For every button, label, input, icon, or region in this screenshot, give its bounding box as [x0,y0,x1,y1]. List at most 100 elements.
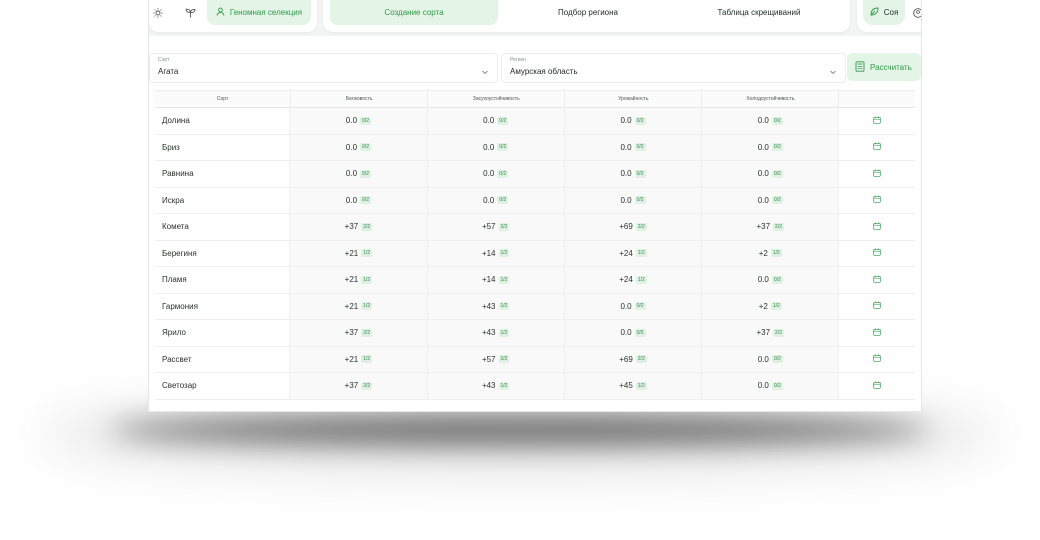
table-row[interactable]: Рассвет +21 1/2 +57 2/2 +69 2/2 0.0 0/2 [155,346,915,373]
cell-value: +21 [344,301,359,311]
row-actions [839,161,915,187]
cell-value: +24 [619,248,633,258]
cell-value: 0.0 [757,381,769,391]
cell-value: +37 [756,222,771,232]
column-header-yield: Урожайность [565,91,703,107]
ratio-badge: 1/2 [498,302,510,311]
table-row[interactable]: Равнина 0.0 0/2 0.0 0/2 0.0 0/2 0.0 0/2 [155,161,915,188]
nav-group-main: Создание сорта Подбор региона Таблица ск… [323,0,850,32]
ratio-badge: 2/2 [635,355,647,364]
row-actions [839,347,915,373]
nav-tab-region-selection[interactable]: Подбор региона [508,0,668,25]
cell-value: +43 [481,301,496,311]
ratio-badge: 0/2 [771,143,783,152]
ratio-badge: 1/2 [635,249,647,258]
table-row[interactable]: Берегиня +21 1/2 +14 1/2 +24 1/2 +2 1/2 [155,240,915,267]
table-row[interactable]: Светозар +37 2/2 +43 1/2 +45 1/2 0.0 0/2 [155,373,915,400]
sun-icon[interactable] [149,3,169,23]
nav-tab-create-variety[interactable]: Создание сорта [330,0,498,25]
nav-tab-crossing-table[interactable]: Таблица скрещиваний [675,0,843,25]
cell-cold: 0.0 0/2 [702,267,840,293]
cell-value: 0.0 [483,116,495,126]
cell-value: +14 [481,248,496,258]
calendar-icon[interactable] [873,116,881,126]
column-header-variety: Сорт [155,91,292,107]
nav-tab-genomic-selection[interactable]: Геномная селекция [207,0,311,25]
ratio-badge: 0/2 [771,381,783,390]
variety-select[interactable]: Сорт Агата [149,53,498,83]
cell-value: 0.0 [757,195,769,205]
cell-value: +69 [619,222,633,232]
table-row[interactable]: Искра 0.0 0/2 0.0 0/2 0.0 0/2 0.0 0/2 [155,187,915,214]
row-actions [839,188,915,214]
cell-drought: 0.0 0/2 [427,134,565,160]
variety-name: Берегиня [155,240,291,266]
variety-name: Ярило [155,320,291,346]
cell-drought: 0.0 0/2 [427,108,565,134]
calendar-icon[interactable] [873,169,881,179]
cell-yield: 0.0 0/2 [564,161,703,187]
results-table: Сорт Белковость Засухоустойчивость Урожа… [155,90,915,400]
cell-value: 0.0 [757,354,769,364]
ratio-badge: 1/2 [498,275,510,284]
chevron-down-icon [481,63,489,75]
variety-label: Сорт [158,57,170,63]
cell-value: 0.0 [345,169,358,179]
sprout-icon[interactable] [179,3,201,23]
cell-value: +45 [619,381,633,391]
cell-yield: +69 2/2 [564,214,703,240]
table-row[interactable]: Долина 0.0 0/2 0.0 0/2 0.0 0/2 0.0 0/2 [155,108,915,135]
cell-drought: +14 1/2 [427,267,565,293]
variety-name: Пламя [155,267,291,293]
crop-selector[interactable]: Соя [863,0,905,25]
calculate-button[interactable]: Рассчитать [847,53,921,81]
calendar-icon[interactable] [873,195,881,205]
ratio-badge: 0/2 [360,169,371,178]
cell-cold: 0.0 0/2 [702,346,840,372]
cell-cold: 0.0 0/2 [702,187,840,213]
column-header-actions [839,91,915,107]
ratio-badge: 1/2 [635,381,647,390]
calendar-icon[interactable] [873,248,881,258]
cell-yield: 0.0 0/2 [564,134,703,160]
variety-name: Равнина [155,161,291,187]
top-navigation: Геномная селекция Создание сорта Подбор … [149,0,921,36]
table-row[interactable]: Бриз 0.0 0/2 0.0 0/2 0.0 0/2 0.0 0/2 [155,134,915,161]
region-select[interactable]: Регион Амурская область [501,53,846,83]
calendar-icon[interactable] [873,354,881,364]
cell-value: 0.0 [483,195,495,205]
calendar-icon[interactable] [873,381,881,391]
region-label: Регион [510,57,527,63]
cell-value: +37 [344,222,359,232]
cell-yield: +24 1/2 [564,240,703,266]
crop-label: Соя [883,8,899,17]
calendar-icon[interactable] [873,275,881,285]
user-circle-icon[interactable] [907,3,921,23]
calculate-label: Рассчитать [870,62,912,72]
table-row[interactable]: Комета +37 2/2 +57 2/2 +69 2/2 +37 2/2 [155,214,915,241]
table-row[interactable]: Пламя +21 1/2 +14 1/2 +24 1/2 0.0 0/2 [155,267,915,294]
cell-protein: +37 2/2 [290,214,428,240]
cell-value: 0.0 [757,116,769,126]
table-row[interactable]: Гармония +21 1/2 +43 1/2 0.0 0/2 +2 1/2 [155,293,915,320]
cell-cold: +2 1/2 [702,240,840,266]
cell-value: +57 [481,354,496,364]
cell-value: 0.0 [483,142,495,152]
cell-protein: 0.0 0/2 [290,187,428,213]
calendar-icon[interactable] [873,328,881,338]
calendar-icon[interactable] [873,142,881,152]
cell-drought: 0.0 0/2 [427,187,565,213]
cell-yield: 0.0 0/2 [564,187,703,213]
row-actions [839,241,915,267]
table-row[interactable]: Ярило +37 2/2 +43 1/2 0.0 0/2 +37 2/2 [155,320,915,347]
cell-value: +21 [344,248,359,258]
cell-value: 0.0 [620,116,632,126]
ratio-badge: 0/2 [771,169,783,178]
cell-drought: +43 1/2 [427,293,565,319]
calendar-icon[interactable] [873,222,881,232]
cell-value: +37 [344,328,359,338]
calendar-icon[interactable] [873,301,881,311]
cell-protein: +37 2/2 [290,373,428,399]
cell-value: +21 [344,354,359,364]
cell-value: 0.0 [345,116,358,126]
